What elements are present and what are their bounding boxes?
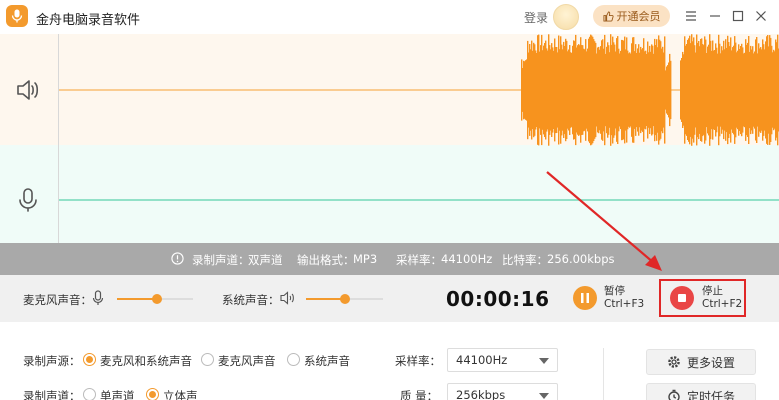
scheduled-task-button[interactable]: 定时任务 (646, 383, 756, 400)
status-bitrate-value: 256.00kbps (547, 252, 615, 266)
source-radio-mic[interactable] (201, 353, 214, 366)
source-option-mic[interactable]: 麦克风声音 (218, 353, 276, 369)
mic-volume-fill (117, 298, 157, 300)
system-volume-label: 系统声音： (222, 293, 280, 307)
source-option-system[interactable]: 系统声音 (304, 353, 350, 369)
status-rate-value: 44100Hz (441, 252, 493, 266)
channel-radio-mono[interactable] (83, 388, 96, 400)
quality-value: 256kbps (456, 388, 506, 400)
sample-rate-select[interactable]: 44100Hz (447, 348, 558, 372)
chevron-down-icon (539, 393, 549, 399)
quality-label: 质 量： (400, 389, 439, 400)
gear-icon (668, 356, 680, 368)
status-channel-value: 双声道 (248, 253, 283, 267)
channel-option-mono[interactable]: 单声道 (100, 388, 135, 400)
mic-volume-knob[interactable] (152, 294, 162, 304)
stop-icon (678, 294, 686, 302)
pause-label: 暂停 (604, 285, 625, 297)
waveform-bar (670, 60, 672, 120)
pause-shortcut: Ctrl+F3 (604, 298, 645, 310)
timer-icon (668, 389, 680, 400)
pause-icon (581, 293, 589, 303)
more-settings-label: 更多设置 (686, 355, 735, 370)
control-bar: 麦克风声音： 系统声音： 00:00:16 暂停 Ctrl+F3 停止 Ctrl… (0, 275, 779, 322)
status-bitrate-label: 比特率： (502, 253, 548, 267)
stop-label: 停止 (702, 285, 723, 297)
channel-radio-stereo[interactable] (146, 388, 159, 400)
recording-timer: 00:00:16 (446, 287, 550, 311)
stop-shortcut: Ctrl+F2 (702, 298, 743, 310)
settings-panel: 录制声源： 麦克风和系统声音 麦克风声音 系统声音 录制声道： 单声道 立体声 … (0, 322, 779, 400)
mic-volume-label: 麦克风声音： (23, 293, 92, 307)
info-icon (171, 252, 184, 265)
status-format-label: 输出格式： (297, 253, 355, 267)
sample-rate-value: 44100Hz (456, 353, 508, 367)
speaker-waveform (521, 34, 779, 146)
microphone-icon (92, 290, 104, 305)
status-format-value: MP3 (353, 252, 378, 266)
settings-divider (603, 348, 604, 400)
status-rate-label: 采样率： (396, 253, 442, 267)
pause-text[interactable]: 暂停 Ctrl+F3 (604, 285, 644, 311)
chevron-down-icon (539, 358, 549, 364)
quality-select[interactable]: 256kbps (447, 383, 558, 400)
pause-button[interactable] (573, 286, 597, 310)
channel-label: 录制声道： (23, 389, 81, 400)
stop-button[interactable] (670, 286, 694, 310)
source-radio-both[interactable] (83, 353, 96, 366)
scheduled-task-label: 定时任务 (686, 389, 735, 400)
channel-option-stereo[interactable]: 立体声 (163, 388, 198, 400)
source-label: 录制声源： (23, 354, 81, 368)
recording-info-strip: 录制声道： 双声道 输出格式： MP3 采样率： 44100Hz 比特率： 25… (0, 243, 779, 275)
speaker-icon (280, 291, 294, 305)
stop-text[interactable]: 停止 Ctrl+F2 (702, 285, 742, 311)
more-settings-button[interactable]: 更多设置 (646, 349, 756, 375)
source-option-both[interactable]: 麦克风和系统声音 (100, 353, 192, 369)
waveform-canvas (59, 34, 779, 201)
source-radio-system[interactable] (287, 353, 300, 366)
sample-rate-label: 采样率： (395, 354, 441, 368)
system-volume-knob[interactable] (340, 294, 350, 304)
status-channel-label: 录制声道： (192, 253, 250, 267)
